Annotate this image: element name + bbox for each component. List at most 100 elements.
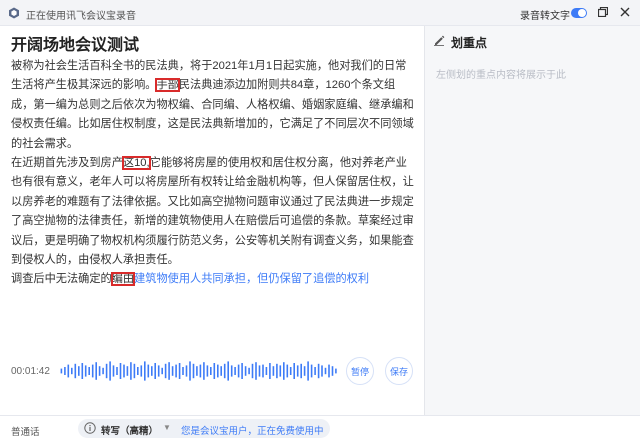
waveform-bar bbox=[84, 365, 87, 377]
waveform-bar bbox=[230, 365, 233, 377]
waveform-bar bbox=[276, 363, 278, 379]
close-window-button[interactable] bbox=[618, 5, 632, 19]
waveform-bar bbox=[130, 362, 132, 380]
toggle-knob bbox=[578, 9, 586, 17]
waveform-bar bbox=[189, 361, 191, 381]
waveform-bar bbox=[175, 364, 177, 378]
highlighted-segment: 手部 bbox=[155, 78, 180, 93]
waveform-bar bbox=[137, 367, 139, 375]
highlights-pane: 划重点 左侧划的重点内容将展示于此 bbox=[424, 26, 640, 415]
waveform-bar bbox=[74, 363, 77, 379]
waveform-bar bbox=[64, 367, 66, 375]
waveform-bar bbox=[147, 364, 150, 378]
waveform-bar bbox=[251, 363, 254, 379]
recording-timer: 00:01:42 bbox=[11, 366, 50, 377]
waveform-bar bbox=[192, 363, 195, 379]
waveform-bar bbox=[164, 363, 167, 379]
waveform-bar bbox=[293, 363, 295, 379]
waveform-bar bbox=[223, 363, 226, 379]
waveform-bar bbox=[67, 364, 70, 378]
highlighted-segment: 编由 bbox=[110, 272, 136, 287]
waveform-bar bbox=[140, 365, 143, 377]
waveform-bar bbox=[168, 362, 170, 380]
waveform-bar bbox=[199, 364, 202, 378]
waveform-bar bbox=[255, 362, 257, 380]
waveform-bar bbox=[185, 365, 188, 377]
language-mode[interactable]: 普通话 bbox=[11, 424, 40, 438]
waveform-bar bbox=[296, 365, 299, 377]
highlights-empty-hint: 左侧划的重点内容将展示于此 bbox=[436, 70, 566, 81]
waveform-bar bbox=[265, 367, 268, 375]
waveform-bar bbox=[317, 363, 320, 379]
waveform-bar bbox=[328, 364, 330, 378]
transcribe-toggle[interactable] bbox=[571, 8, 587, 18]
transcript-paragraph: 被称为社会生活百科全书的民法典，将于2021年1月1日起实施，他对我们的日常生活… bbox=[11, 57, 415, 154]
highlighted-segment: 这10, bbox=[121, 156, 151, 171]
waveform-bar bbox=[283, 362, 285, 380]
info-icon bbox=[84, 422, 96, 434]
meeting-title: 开阔场地会议测试 bbox=[11, 37, 140, 54]
waveform-bar bbox=[105, 363, 108, 379]
waveform-bar bbox=[286, 364, 289, 378]
transcript-paragraph: 在近期首先涉及到房产这10,它能够将房屋的使用权和居住权分离，他对养老产业也有很… bbox=[11, 154, 415, 270]
waveform-bar bbox=[151, 366, 153, 376]
waveform-bar bbox=[119, 363, 122, 379]
waveform-bar bbox=[279, 365, 282, 377]
waveform-bar bbox=[324, 367, 327, 375]
app-logo-icon bbox=[9, 7, 19, 19]
waveform-bar bbox=[126, 366, 129, 376]
waveform-bar bbox=[112, 365, 115, 377]
waveform-bar bbox=[331, 366, 334, 376]
audio-waveform bbox=[60, 361, 337, 381]
restore-window-button[interactable] bbox=[596, 5, 610, 19]
transcript-segment: 在近期首先涉及到房产 bbox=[11, 157, 123, 170]
waveform-bar bbox=[157, 365, 160, 377]
waveform-bar bbox=[123, 364, 125, 378]
waveform-bar bbox=[307, 361, 309, 381]
waveform-bar bbox=[133, 363, 136, 379]
waveform-bar bbox=[234, 367, 236, 375]
highlights-title: 划重点 bbox=[451, 36, 488, 50]
transcript-text[interactable]: 被称为社会生活百科全书的民法典，将于2021年1月1日起实施，他对我们的日常生活… bbox=[11, 57, 415, 290]
waveform-bar bbox=[335, 368, 337, 374]
waveform-bar bbox=[237, 364, 240, 378]
waveform-bar bbox=[60, 368, 63, 374]
waveform-bar bbox=[91, 364, 94, 378]
waveform-bar bbox=[161, 367, 163, 375]
waveform-bar bbox=[262, 364, 264, 378]
waveform-bar bbox=[272, 366, 275, 376]
waveform-bar bbox=[78, 366, 80, 376]
transcribe-mode-select[interactable]: 转写（高精） bbox=[101, 423, 158, 437]
save-button[interactable]: 保存 bbox=[385, 357, 413, 385]
waveform-bar bbox=[210, 367, 212, 375]
waveform-bar bbox=[171, 366, 174, 376]
waveform-bar bbox=[321, 365, 323, 377]
pause-button[interactable]: 暂停 bbox=[346, 357, 374, 385]
waveform-bar bbox=[116, 367, 118, 375]
user-status-note: 您是会议宝用户，正在免费使用中 bbox=[181, 426, 324, 437]
waveform-bar bbox=[203, 362, 205, 380]
waveform-bar bbox=[109, 361, 111, 381]
waveform-bar bbox=[248, 367, 250, 375]
title-bar: 正在使用讯飞会议宝录音 录音转文字 bbox=[0, 0, 640, 26]
waveform-bar bbox=[241, 363, 243, 379]
waveform-bar bbox=[269, 363, 271, 379]
waveform-bar bbox=[196, 366, 198, 376]
waveform-bar bbox=[244, 366, 247, 376]
close-icon bbox=[620, 7, 630, 17]
waveform-bar bbox=[144, 361, 146, 381]
waveform-bar bbox=[102, 367, 104, 375]
waveform-bar bbox=[154, 363, 156, 379]
transcript-paragraph: 调查后中无法确定的编由建筑物使用人共同承担，但仍保留了追偿的权利 bbox=[11, 270, 415, 289]
chevron-down-icon[interactable]: ▼ bbox=[163, 423, 171, 432]
waveform-bar bbox=[95, 362, 97, 380]
waveform-bar bbox=[206, 365, 209, 377]
waveform-bar bbox=[314, 367, 316, 375]
transcript-pane: 开阔场地会议测试 被称为社会生活百科全书的民法典，将于2021年1月1日起实施，… bbox=[0, 26, 424, 415]
waveform-bar bbox=[98, 366, 101, 376]
restore-icon bbox=[598, 7, 608, 17]
waveform-bar bbox=[289, 367, 292, 375]
transcribe-mode-pill: 转写（高精） ▼ 您是会议宝用户，正在免费使用中 bbox=[78, 419, 330, 438]
waveform-bar bbox=[258, 365, 261, 377]
waveform-bar bbox=[182, 367, 184, 375]
